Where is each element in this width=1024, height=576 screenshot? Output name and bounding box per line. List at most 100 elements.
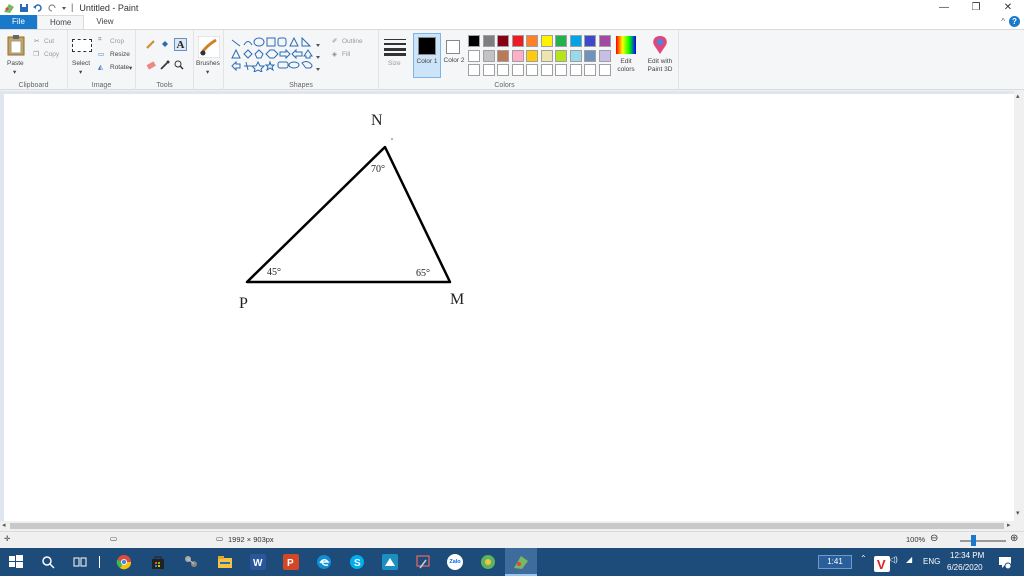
drawing-canvas[interactable]: N P M 70° 45° 65°: [4, 94, 1014, 521]
palette-swatch[interactable]: [497, 49, 509, 62]
close-button[interactable]: ✕: [992, 0, 1024, 15]
custom-color-slot[interactable]: [482, 64, 495, 76]
zoom-in-button[interactable]: ⊕: [1010, 533, 1018, 544]
antivirus-tray-icon[interactable]: V: [874, 556, 890, 572]
palette-swatch[interactable]: [540, 35, 553, 47]
palette-swatch[interactable]: [511, 35, 524, 47]
palette-swatch[interactable]: [468, 49, 480, 62]
color-picker-icon[interactable]: [160, 60, 170, 70]
save-icon[interactable]: [19, 3, 29, 13]
show-hidden-icons-icon[interactable]: ⌃: [860, 554, 867, 563]
tab-home[interactable]: Home: [37, 15, 85, 29]
size-button[interactable]: Size: [388, 60, 401, 67]
palette-swatch[interactable]: [540, 49, 553, 62]
rotate-icon[interactable]: ◭: [98, 63, 103, 71]
vertical-scrollbar[interactable]: ▴ ▾: [1014, 91, 1024, 521]
custom-color-slot[interactable]: [497, 64, 509, 76]
horizontal-scroll-thumb[interactable]: [10, 523, 1004, 529]
paste-dropdown-icon[interactable]: ▾: [13, 68, 16, 76]
snipping-tool-icon[interactable]: [415, 554, 431, 570]
edit-colors-icon[interactable]: [616, 36, 636, 54]
resize-button[interactable]: Resize: [110, 51, 130, 58]
windows-start-icon[interactable]: [8, 554, 24, 570]
palette-swatch[interactable]: [497, 35, 509, 47]
zalo-icon[interactable]: Zalo: [447, 554, 463, 570]
palette-swatch[interactable]: [569, 49, 582, 62]
powerpoint-icon[interactable]: P: [283, 554, 299, 570]
palette-swatch[interactable]: [584, 35, 596, 47]
edit-paint3d-button[interactable]: Edit with Paint 3D: [643, 58, 677, 74]
palette-swatch[interactable]: [482, 49, 495, 62]
paste-button[interactable]: Paste: [7, 60, 24, 67]
clock-date[interactable]: 6/26/2020: [947, 563, 983, 572]
scroll-left-icon[interactable]: ◂: [2, 521, 6, 529]
paint3d-icon[interactable]: [651, 35, 669, 55]
skype-icon[interactable]: S: [349, 554, 365, 570]
scroll-right-icon[interactable]: ▸: [1007, 521, 1011, 529]
coccoc-icon[interactable]: [480, 554, 496, 570]
shapes-gallery[interactable]: [230, 36, 326, 72]
fill-bucket-icon[interactable]: [160, 39, 170, 49]
brushes-dropdown-icon[interactable]: ▾: [206, 68, 209, 76]
store-icon[interactable]: [150, 554, 166, 570]
word-icon[interactable]: W: [250, 554, 266, 570]
palette-swatch[interactable]: [598, 49, 611, 62]
brushes-icon[interactable]: [198, 36, 220, 58]
clock-time[interactable]: 12:34 PM: [950, 551, 984, 560]
chrome-icon[interactable]: [116, 554, 132, 570]
eraser-icon[interactable]: [146, 60, 156, 70]
edge-icon[interactable]: [316, 554, 332, 570]
palette-swatch[interactable]: [468, 35, 480, 47]
zoom-slider-thumb[interactable]: [971, 535, 976, 546]
palette-swatch[interactable]: [584, 49, 596, 62]
copy-icon[interactable]: ❐: [33, 50, 39, 58]
outline-button[interactable]: Outline: [342, 38, 363, 45]
custom-color-slot[interactable]: [569, 64, 582, 76]
qat-dropdown-icon[interactable]: [61, 3, 67, 13]
palette-swatch[interactable]: [598, 35, 611, 47]
scroll-up-icon[interactable]: ▴: [1016, 92, 1020, 100]
undo-icon[interactable]: [33, 3, 43, 13]
maximize-button[interactable]: ❐: [960, 0, 992, 15]
select-icon[interactable]: [72, 39, 92, 52]
cut-button[interactable]: Cut: [44, 38, 54, 45]
custom-color-slot[interactable]: [511, 64, 524, 76]
horizontal-scrollbar[interactable]: ◂ ▸: [0, 521, 1024, 531]
magnifier-icon[interactable]: [174, 60, 184, 70]
size-icon[interactable]: [384, 38, 406, 56]
brushes-button[interactable]: Brushes: [196, 60, 220, 67]
palette-swatch[interactable]: [569, 35, 582, 47]
redo-icon[interactable]: [47, 3, 57, 13]
crop-button[interactable]: Crop: [110, 38, 124, 45]
palette-swatch[interactable]: [482, 35, 495, 47]
custom-color-slot[interactable]: [555, 64, 567, 76]
fill-icon[interactable]: ◈: [332, 50, 337, 58]
cut-icon[interactable]: ✂: [34, 37, 39, 45]
volume-icon[interactable]: ◁): [889, 555, 898, 564]
collapse-ribbon-icon[interactable]: ^: [1001, 17, 1005, 26]
pencil-icon[interactable]: [146, 39, 156, 49]
text-tool-icon[interactable]: A: [174, 38, 187, 51]
scroll-down-icon[interactable]: ▾: [1016, 509, 1020, 517]
custom-color-slot[interactable]: [584, 64, 596, 76]
minimize-button[interactable]: —: [928, 0, 960, 15]
zoom-out-button[interactable]: ⊖: [930, 533, 938, 544]
notification-center-icon[interactable]: [997, 554, 1013, 570]
tab-view[interactable]: View: [84, 15, 125, 29]
custom-color-slot[interactable]: [526, 64, 538, 76]
zoom-slider-track[interactable]: [960, 540, 1006, 542]
photos-app-icon[interactable]: [382, 554, 398, 570]
time-badge[interactable]: 1:41: [818, 555, 852, 569]
search-icon[interactable]: [40, 554, 56, 570]
palette-swatch[interactable]: [526, 49, 538, 62]
select-dropdown-icon[interactable]: ▾: [79, 68, 82, 76]
rotate-dropdown-icon[interactable]: ▾: [129, 64, 132, 72]
color1-button[interactable]: Color 1: [413, 33, 441, 78]
paint-taskbar-button[interactable]: [505, 548, 537, 576]
wifi-icon[interactable]: ◢: [906, 555, 912, 564]
task-view-icon[interactable]: [72, 554, 88, 570]
tab-file[interactable]: File: [0, 15, 37, 29]
file-explorer-icon[interactable]: [217, 554, 233, 570]
palette-swatch[interactable]: [555, 35, 567, 47]
fill-button[interactable]: Fill: [342, 51, 350, 58]
